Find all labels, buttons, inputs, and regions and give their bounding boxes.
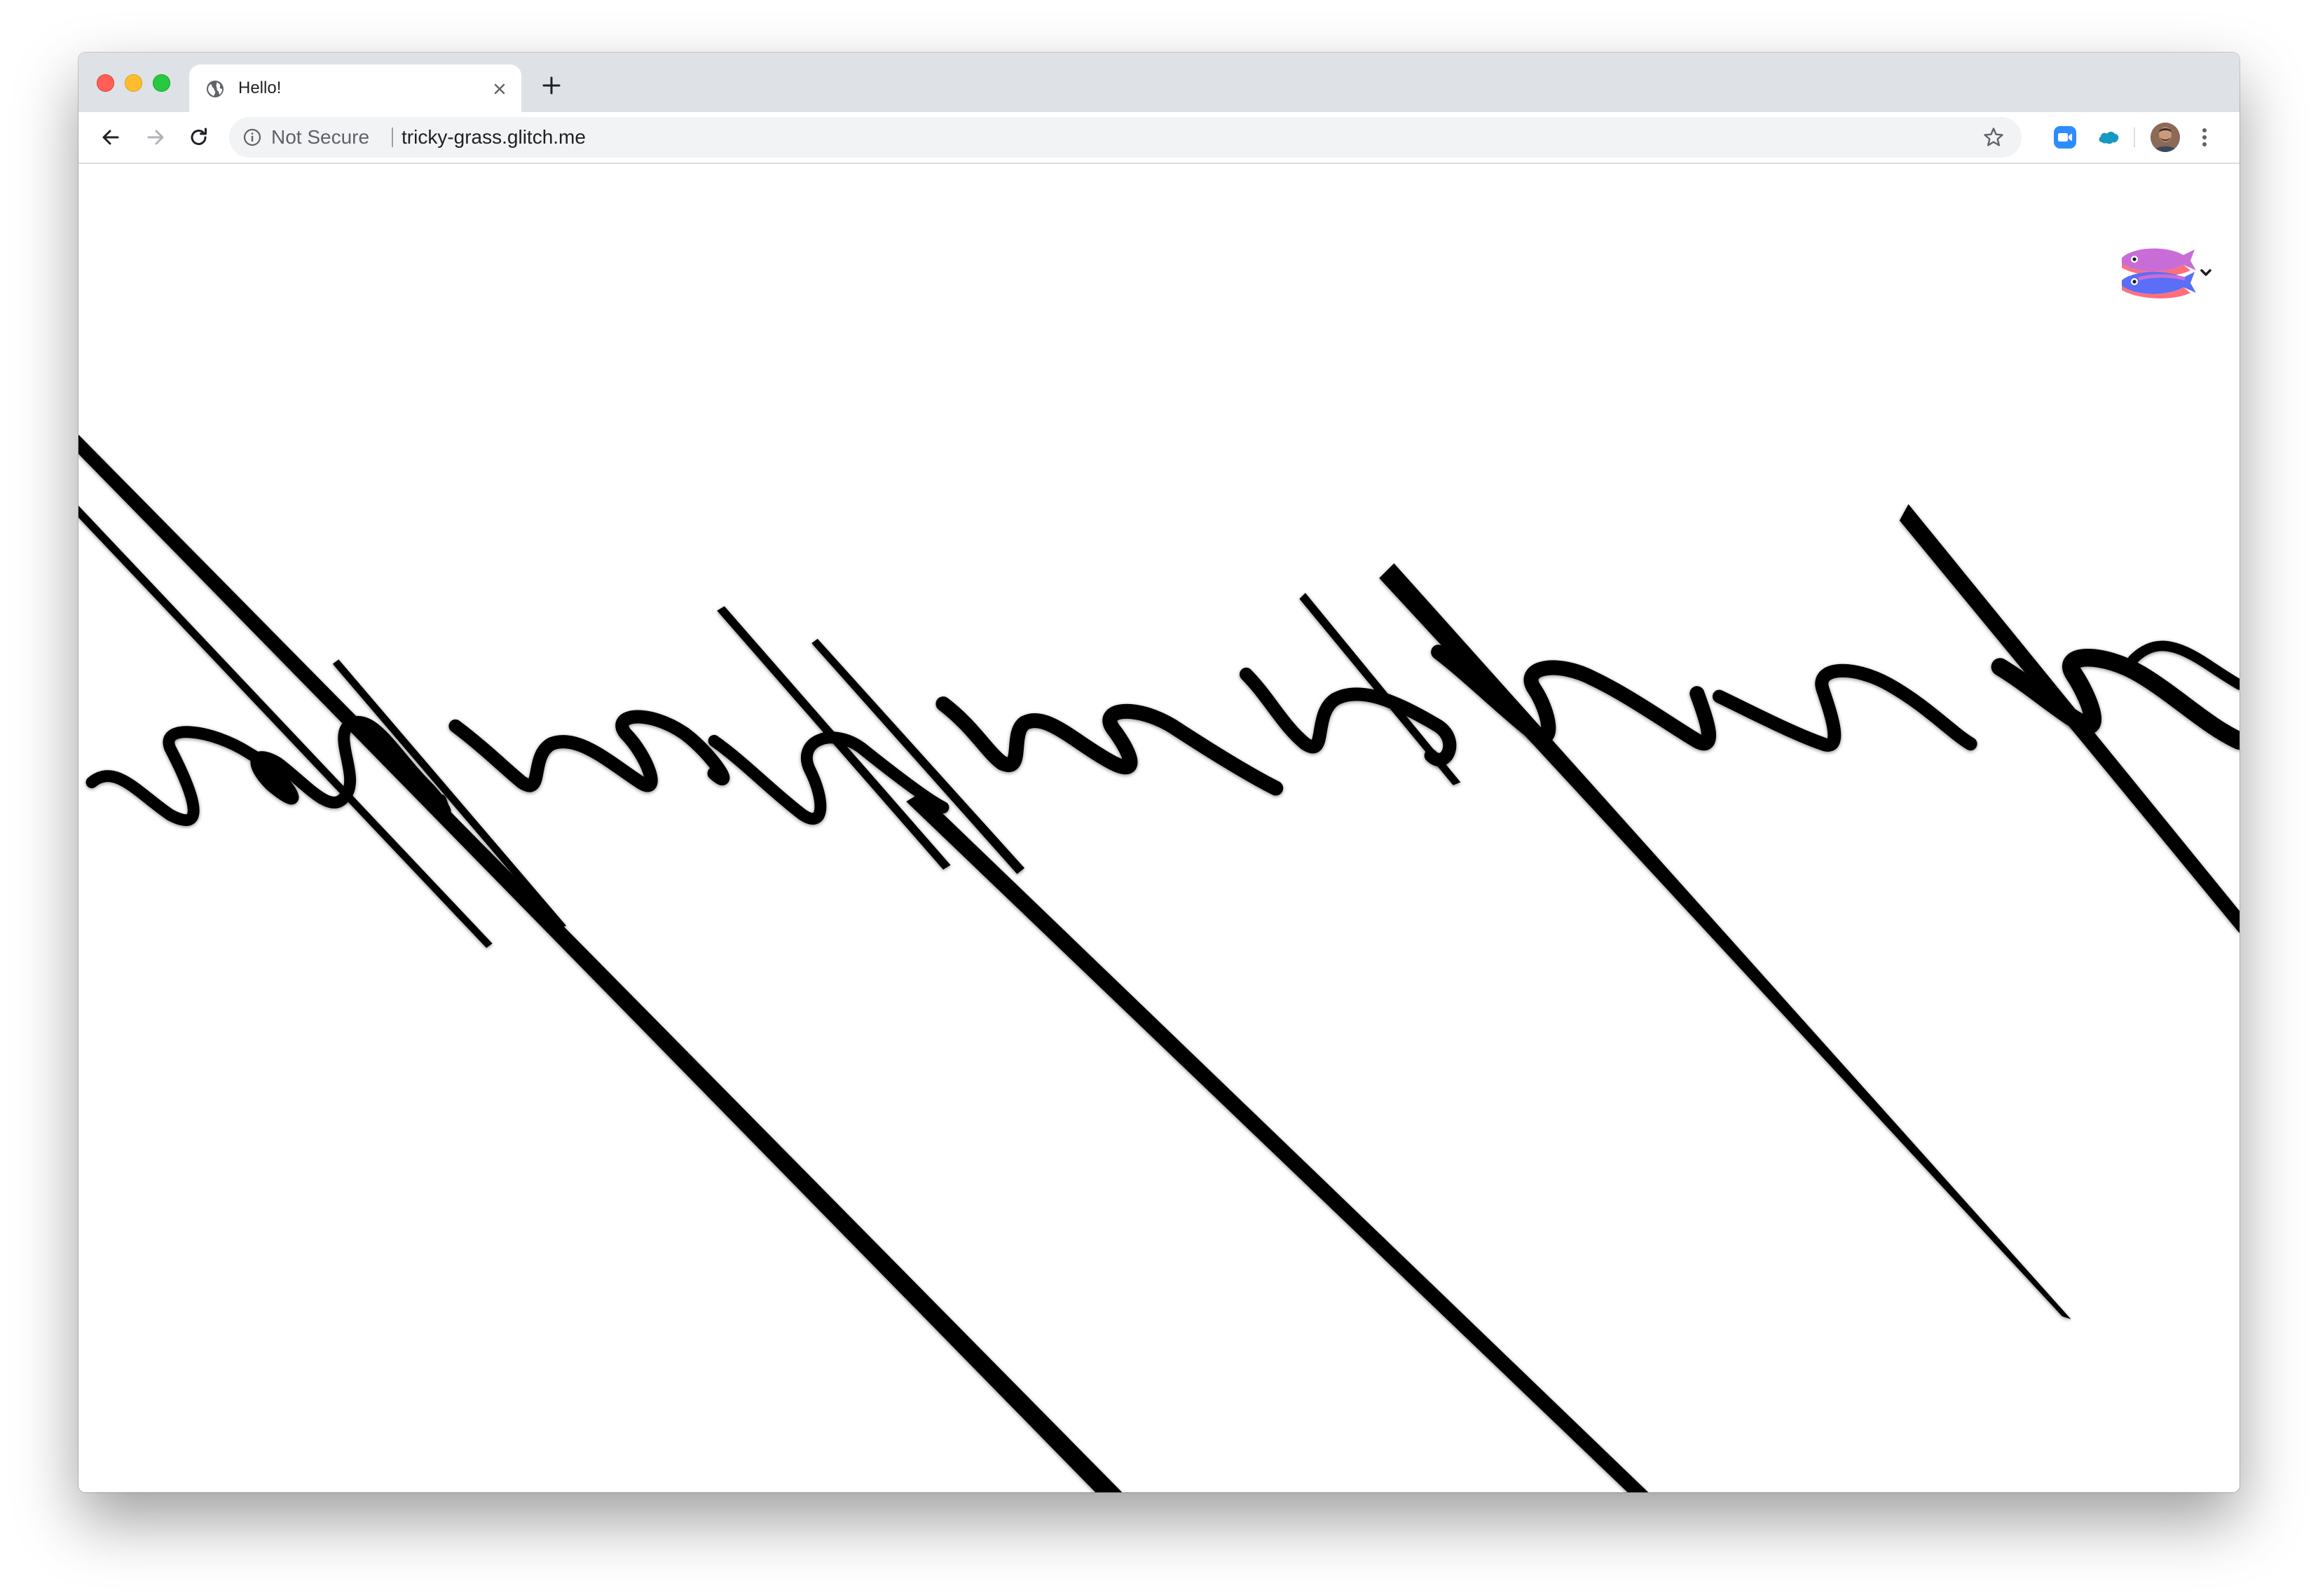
profile-photo (2151, 123, 2180, 152)
page-content (78, 164, 2240, 1492)
window-minimize-button[interactable] (125, 74, 142, 92)
glitch-fish-icon[interactable] (2118, 242, 2213, 301)
info-icon[interactable] (243, 128, 261, 146)
zoom-extension-icon[interactable] (2053, 125, 2077, 149)
plus-icon[interactable] (541, 75, 562, 96)
address-separator (392, 128, 393, 147)
reload-icon[interactable] (186, 125, 212, 150)
salesforce-extension-icon[interactable] (2097, 125, 2120, 149)
globe-icon (207, 81, 224, 97)
close-icon[interactable] (491, 80, 509, 98)
toolbar-divider (2134, 128, 2135, 147)
tab-strip: Hello! (78, 53, 2240, 112)
window-close-button[interactable] (97, 74, 114, 92)
arrow-right-icon[interactable] (143, 125, 168, 150)
browser-toolbar: Not Secure tricky-grass.glitch.me (78, 112, 2240, 164)
browser-window: Hello! Not Secure tricky-grass.glitch.me (78, 53, 2240, 1492)
security-label[interactable]: Not Secure (271, 126, 369, 149)
avatar[interactable] (2151, 123, 2180, 152)
tab-hello[interactable]: Hello! (189, 64, 521, 112)
url-text[interactable]: tricky-grass.glitch.me (402, 126, 586, 149)
tab-title: Hello! (238, 78, 282, 97)
black-wave-strokes (78, 434, 2240, 1492)
address-bar[interactable]: Not Secure tricky-grass.glitch.me (229, 117, 2022, 158)
kebab-menu-icon[interactable] (2200, 125, 2209, 150)
window-maximize-button[interactable] (153, 74, 170, 92)
arrow-left-icon[interactable] (98, 125, 123, 150)
star-icon[interactable] (1982, 126, 2005, 149)
